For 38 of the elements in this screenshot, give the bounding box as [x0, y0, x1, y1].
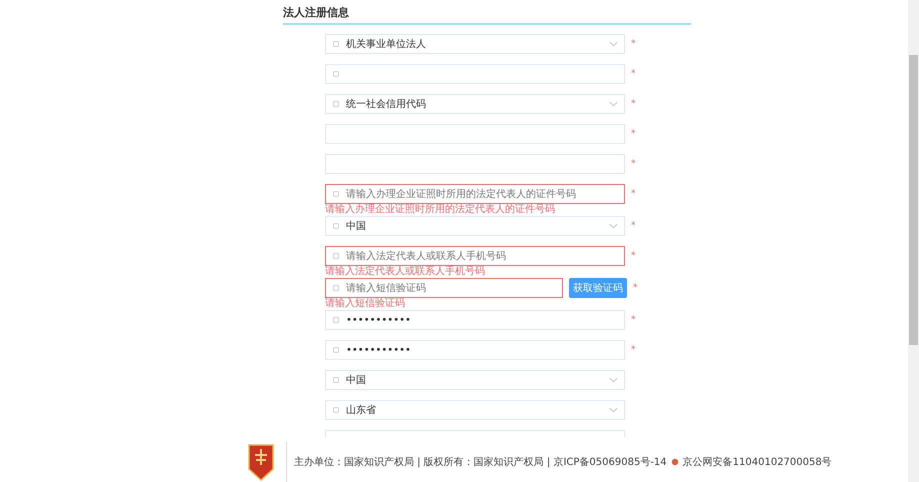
required-mark: *: [631, 99, 636, 109]
dropdown-field[interactable]: 中国: [325, 370, 625, 390]
required-mark: *: [631, 189, 636, 199]
input-field[interactable]: [325, 124, 625, 144]
required-mark: *: [631, 129, 636, 139]
input-field[interactable]: 请输入短信验证码: [325, 278, 563, 298]
emblem-logo-icon: [248, 443, 274, 481]
dropdown-field[interactable]: 统一社会信用代码: [325, 94, 625, 114]
chevron-down-icon: [609, 223, 618, 229]
footer-text: 主办单位：国家知识产权局 | 版权所有：国家知识产权局 | 京ICP备05069085号-14: [294, 456, 667, 469]
input-field[interactable]: •••••••••••: [325, 310, 625, 330]
error-message: 请输入办理企业证照时所用的法定代表人的证件号码: [325, 204, 556, 215]
chevron-down-icon: [609, 377, 618, 383]
badge-icon: [670, 458, 679, 466]
required-mark: *: [631, 39, 636, 49]
section-title: 法人注册信息: [283, 5, 691, 25]
required-mark: *: [633, 283, 638, 293]
input-field[interactable]: 请输入法定代表人或联系人手机号码: [325, 246, 625, 266]
chevron-down-icon: [609, 101, 618, 107]
input-field[interactable]: •••••••••••: [325, 340, 625, 360]
chevron-down-icon: [609, 407, 618, 413]
dropdown-field[interactable]: 中国: [325, 216, 625, 236]
required-mark: *: [631, 315, 636, 325]
input-field[interactable]: [325, 154, 625, 174]
dropdown-field[interactable]: 山东省: [325, 400, 625, 420]
error-message: 请输入法定代表人或联系人手机号码: [325, 266, 486, 277]
input-field[interactable]: 请输入办理企业证照时所用的法定代表人的证件号码: [325, 184, 625, 204]
required-mark: *: [631, 159, 636, 169]
dropdown-field[interactable]: 机关事业单位法人: [325, 34, 625, 54]
scrollbar[interactable]: [908, 0, 919, 482]
chevron-down-icon: [609, 41, 618, 47]
input-field[interactable]: [325, 64, 625, 84]
required-mark: *: [631, 221, 636, 231]
required-mark: *: [631, 69, 636, 79]
footer-text: 京公网安备11040102700058号: [682, 456, 832, 469]
required-mark: *: [631, 251, 636, 261]
required-mark: *: [631, 345, 636, 355]
error-message: 请输入短信验证码: [325, 298, 406, 309]
